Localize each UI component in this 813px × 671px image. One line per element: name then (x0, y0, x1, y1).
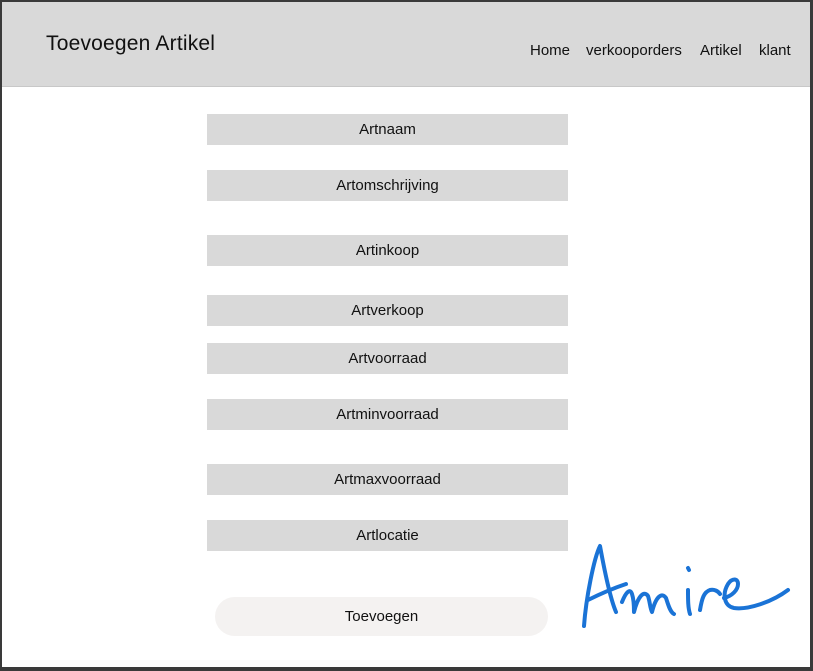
artinkoop-field[interactable]: Artinkoop (207, 235, 568, 266)
top-header-bar: Toevoegen Artikel Home verkooporders Art… (2, 2, 810, 87)
nav-link-verkooporders[interactable]: verkooporders (586, 42, 682, 59)
artverkoop-field[interactable]: Artverkoop (207, 295, 568, 326)
artomschrijving-field[interactable]: Artomschrijving (207, 170, 568, 201)
artlocatie-field[interactable]: Artlocatie (207, 520, 568, 551)
nav-link-klant[interactable]: klant (759, 42, 791, 59)
handwritten-signature (582, 544, 790, 628)
artnaam-field[interactable]: Artnaam (207, 114, 568, 145)
nav-link-artikel[interactable]: Artikel (700, 42, 742, 59)
toevoegen-button[interactable]: Toevoegen (215, 597, 548, 636)
page-title: Toevoegen Artikel (46, 32, 216, 55)
artvoorraad-field[interactable]: Artvoorraad (207, 343, 568, 374)
app-window: Toevoegen Artikel Home verkooporders Art… (2, 2, 810, 667)
artmaxvoorraad-field[interactable]: Artmaxvoorraad (207, 464, 568, 495)
nav-link-home[interactable]: Home (530, 42, 570, 59)
artminvoorraad-field[interactable]: Artminvoorraad (207, 399, 568, 430)
